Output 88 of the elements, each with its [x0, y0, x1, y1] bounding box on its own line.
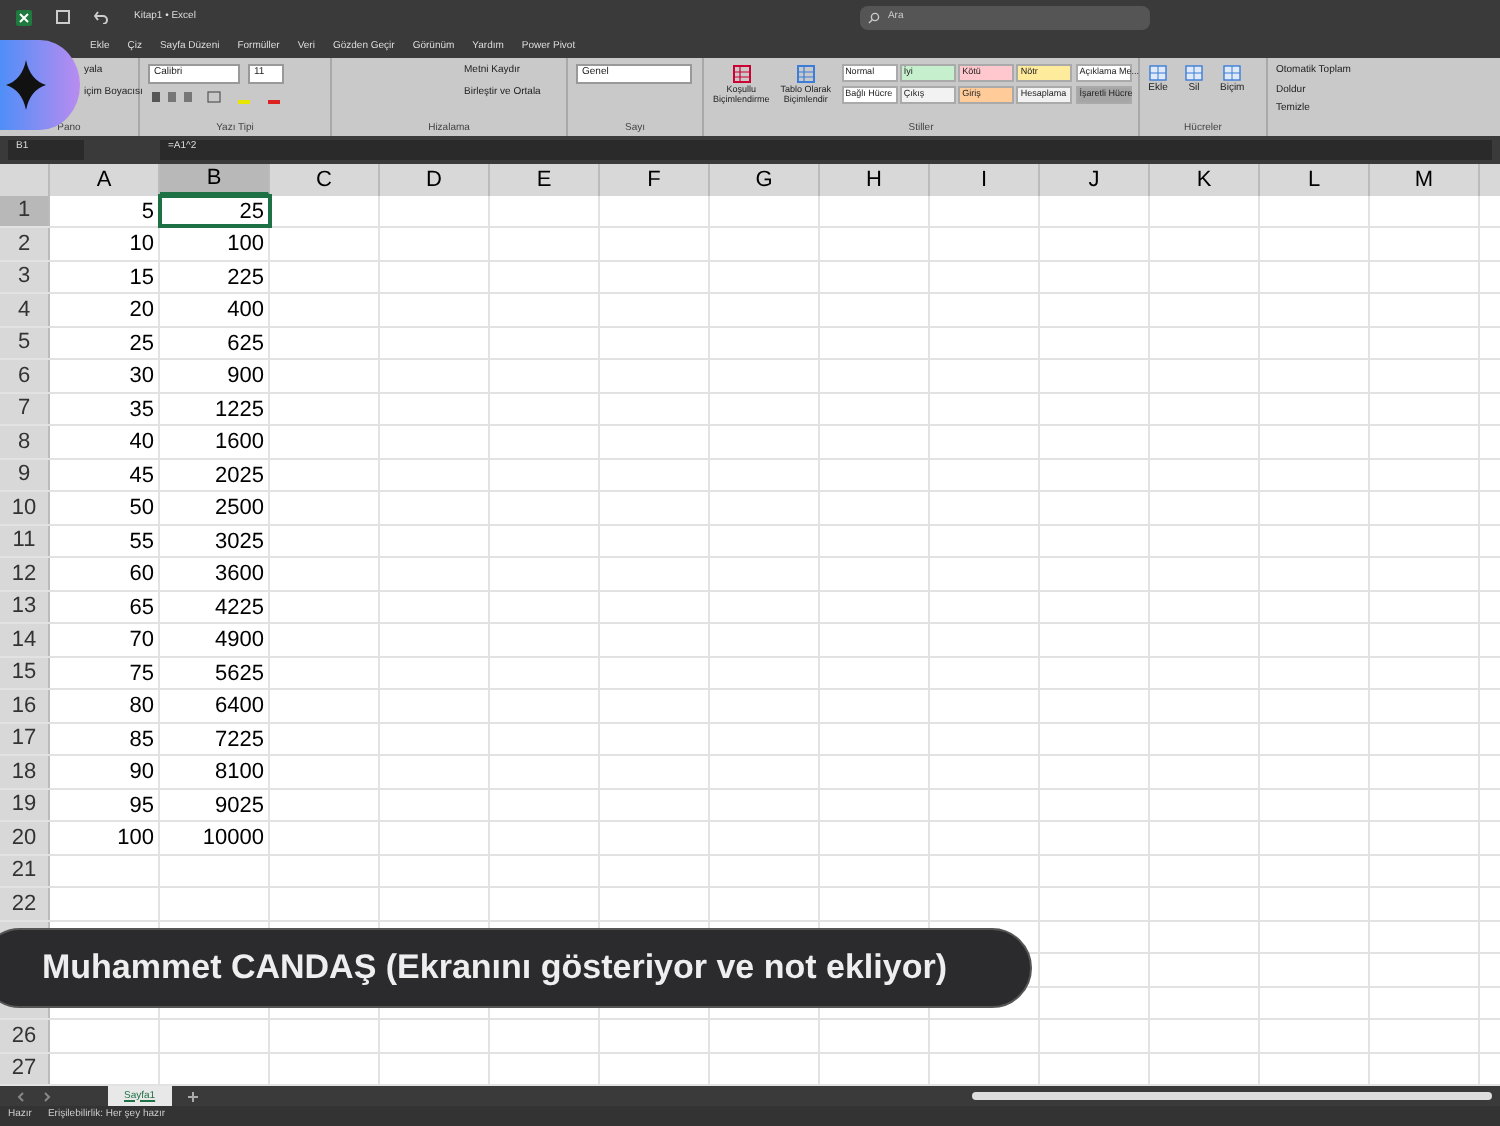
row-header[interactable]: 4	[0, 294, 50, 326]
table-cell-text: 5	[139, 197, 156, 227]
table-cell-text: 4900	[213, 626, 266, 656]
table-cell-text: 10000	[200, 824, 266, 854]
column-header[interactable]: G	[710, 163, 820, 196]
table-cell-text: 100	[115, 824, 156, 854]
row-header[interactable]: 10	[0, 492, 50, 524]
row-header[interactable]: 3	[0, 261, 50, 293]
row-header[interactable]: 14	[0, 624, 50, 656]
column-header[interactable]: C	[270, 163, 380, 196]
table-cell-text: 900	[225, 362, 266, 392]
column-header[interactable]: H	[820, 163, 930, 196]
table-cell-text: 20	[127, 296, 156, 326]
table-cell-text: 95	[127, 791, 156, 821]
row-header[interactable]: 6	[0, 360, 50, 392]
horizontal-scrollbar[interactable]	[972, 1092, 1492, 1101]
table-cell-text: 75	[127, 659, 156, 689]
row-header[interactable]: 27	[0, 1053, 50, 1085]
row-header[interactable]: 5	[0, 327, 50, 359]
table-cell-text: 8100	[213, 758, 266, 788]
table-cell-text: 100	[225, 230, 266, 260]
column-header[interactable]: L	[1260, 163, 1370, 196]
column-header[interactable]: E	[490, 163, 600, 196]
table-cell-text: 9025	[213, 791, 266, 821]
table-cell-text: 1225	[213, 395, 266, 425]
table-cell-text: 55	[127, 527, 156, 557]
column-header[interactable]: J	[1040, 163, 1150, 196]
table-cell-text: 5625	[213, 659, 266, 689]
excel-logo-icon	[16, 9, 32, 26]
scroll-left-icon[interactable]	[16, 1091, 26, 1102]
table-cell-text: 10	[127, 230, 156, 260]
scroll-right-icon[interactable]	[42, 1091, 52, 1102]
table-cell-text: 65	[127, 593, 156, 623]
column-header[interactable]: K	[1150, 163, 1260, 196]
table-cell-text: 30	[127, 362, 156, 392]
table-cell-text: 6400	[213, 692, 266, 722]
table-cell-text: 3025	[213, 527, 266, 557]
table-cell-text: 400	[225, 296, 266, 326]
table-cell-text: 2025	[213, 461, 266, 491]
row-header[interactable]: 17	[0, 723, 50, 755]
row-header[interactable]: 15	[0, 657, 50, 689]
column-header[interactable]: D	[380, 163, 490, 196]
table-cell-text: 225	[225, 263, 266, 293]
row-header[interactable]: 7	[0, 393, 50, 425]
row-header[interactable]: 21	[0, 855, 50, 887]
table-cell-text: 70	[127, 626, 156, 656]
row-header[interactable]: 18	[0, 756, 50, 788]
row-header[interactable]: 20	[0, 822, 50, 854]
search-icon	[867, 11, 880, 24]
table-cell-text: 4225	[213, 593, 266, 623]
row-header[interactable]: 19	[0, 789, 50, 821]
save-icon[interactable]	[56, 10, 70, 25]
table-cell-text: 35	[127, 395, 156, 425]
row-header[interactable]: 9	[0, 459, 50, 491]
row-header[interactable]: 22	[0, 888, 50, 920]
row-header[interactable]: 1	[0, 195, 50, 227]
row-header[interactable]: 16	[0, 690, 50, 722]
table-cell-text: 2500	[213, 494, 266, 524]
row-header[interactable]: 8	[0, 426, 50, 458]
column-header[interactable]: M	[1370, 163, 1480, 196]
row-header[interactable]: 2	[0, 228, 50, 260]
row-header[interactable]: 11	[0, 525, 50, 557]
undo-icon[interactable]	[94, 10, 110, 25]
presenter-toast: Muhammet CANDAŞ (Ekranını gösteriyor ve not ekliyor)	[0, 928, 1032, 1008]
column-header[interactable]: B	[160, 163, 270, 196]
table-cell-text: 60	[127, 560, 156, 590]
table-cell-text: 25	[127, 329, 156, 359]
row-header[interactable]: 26	[0, 1020, 50, 1052]
table-cell-text: 90	[127, 758, 156, 788]
table-cell-text: 15	[127, 263, 156, 293]
table-cell-text: 45	[127, 461, 156, 491]
table-cell-text: 85	[127, 725, 156, 755]
column-header[interactable]: I	[930, 163, 1040, 196]
add-sheet-icon[interactable]	[187, 1091, 198, 1102]
active-cell: 25	[160, 195, 270, 227]
table-grid-icon	[795, 64, 816, 85]
row-header[interactable]: 13	[0, 591, 50, 623]
table-cell-text: 3600	[213, 560, 266, 590]
table-cell-text: 7225	[213, 725, 266, 755]
table-cell-text: 1600	[213, 428, 266, 458]
table-grid-icon	[731, 64, 752, 85]
table-cell-text: 625	[225, 329, 266, 359]
row-header[interactable]: 12	[0, 558, 50, 590]
table-cell-text: 80	[127, 692, 156, 722]
table-cell-text: 50	[127, 494, 156, 524]
table-cell-text: 40	[127, 428, 156, 458]
column-header[interactable]: F	[600, 163, 710, 196]
sparkle-logo-icon	[0, 40, 80, 130]
